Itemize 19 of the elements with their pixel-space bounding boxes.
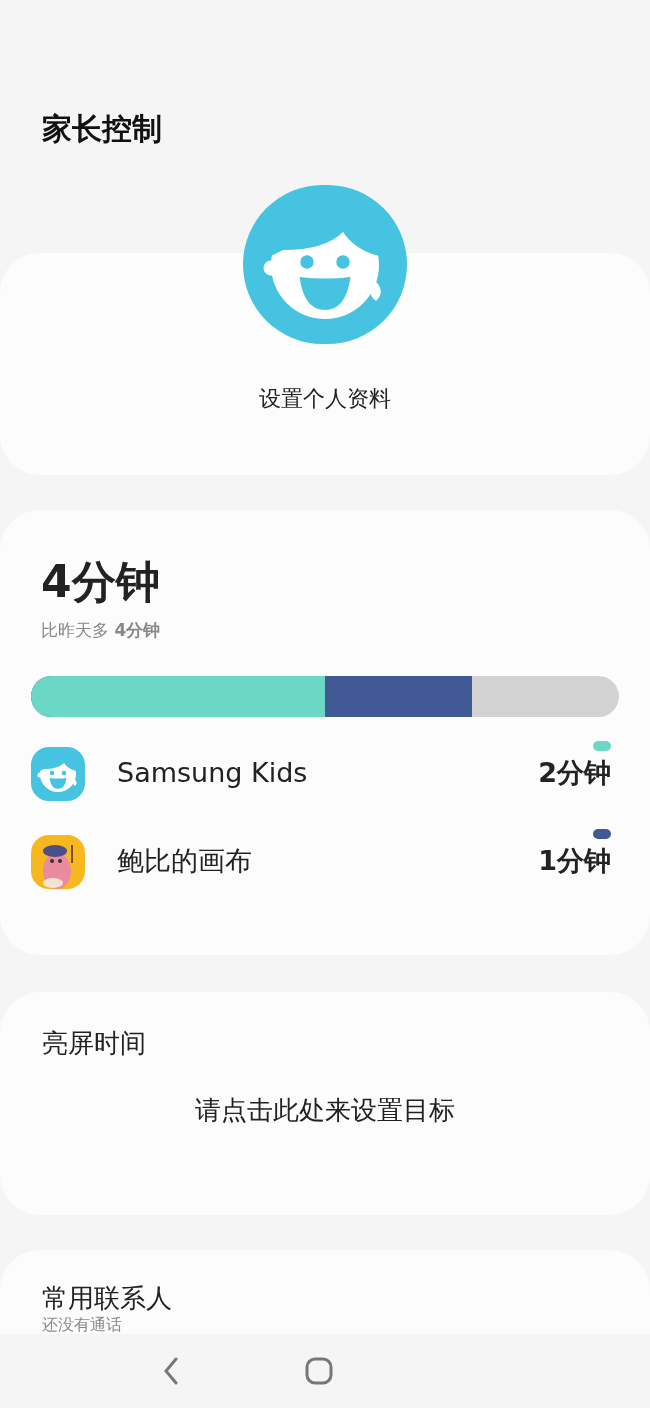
screen-time-card[interactable]: 亮屏时间 请点击此处来设置目标 — [0, 992, 650, 1215]
profile-label: 设置个人资料 — [259, 385, 391, 413]
total-time: 4分钟 — [40, 560, 161, 604]
comparison-text: 比昨天多 4分钟 — [40, 619, 162, 642]
app-time: 2分钟 — [538, 756, 612, 791]
kids-app-icon — [31, 746, 85, 801]
contacts-subtitle: 还没有通话 — [42, 1314, 123, 1334]
back-icon[interactable] — [163, 1357, 179, 1385]
painting-app-icon — [31, 834, 85, 889]
set-goal-prompt: 请点击此处来设置目标 — [195, 1094, 455, 1127]
home-icon[interactable] — [305, 1357, 333, 1385]
app-name: Samsung Kids — [117, 756, 309, 791]
screen-time-title: 亮屏时间 — [42, 1027, 147, 1060]
app-time: 1分钟 — [538, 844, 612, 879]
app-name: 鲍比的画布 — [117, 844, 253, 879]
contacts-card[interactable]: 常用联系人 还没有通话 — [0, 1250, 650, 1334]
page-title: 家长控制 — [42, 110, 163, 148]
contacts-title: 常用联系人 — [42, 1282, 173, 1315]
profile-card[interactable]: 设置个人资料 — [0, 185, 650, 475]
